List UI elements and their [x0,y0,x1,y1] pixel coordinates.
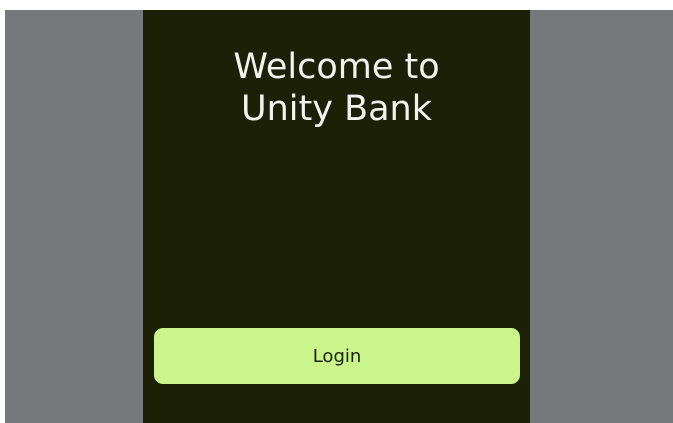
welcome-title: Welcome to Unity Bank [143,46,530,130]
device-viewport: Welcome to Unity Bank Login [5,10,673,423]
app-screen: Welcome to Unity Bank Login [143,10,530,423]
welcome-title-line1: Welcome to [233,47,440,87]
login-button[interactable]: Login [154,328,520,384]
welcome-title-line2: Unity Bank [241,89,432,129]
